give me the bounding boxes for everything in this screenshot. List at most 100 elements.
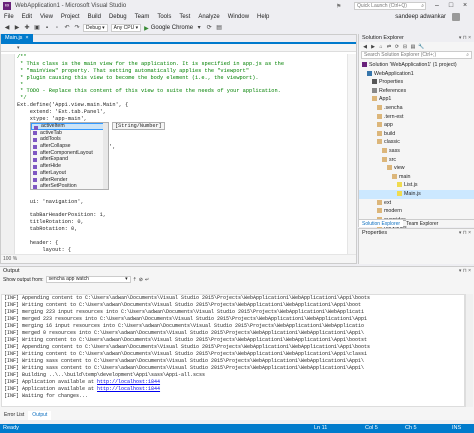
refresh-icon[interactable]: ⟳ (394, 44, 400, 50)
forward-icon[interactable]: ▶ (370, 44, 376, 50)
avatar[interactable] (452, 13, 460, 21)
output-text[interactable]: [INF] Appending content to C:\Users\adwa… (1, 294, 465, 407)
code-line[interactable]: * "mainView" property. That setting auto… (17, 68, 284, 75)
properties-icon[interactable]: 🔧 (418, 44, 424, 50)
application-url-link[interactable]: http://localhost:1844 (97, 386, 160, 392)
sync-icon[interactable]: ⇄ (386, 44, 392, 50)
find-message-icon[interactable]: ⇡ (133, 277, 137, 283)
editor-navigation-bar[interactable]: ▾ (1, 44, 356, 52)
forward-icon[interactable]: ▶ (13, 24, 21, 32)
intellisense-item[interactable]: afterExpand (31, 156, 108, 163)
code-line[interactable]: */ (17, 95, 284, 102)
minimize-button[interactable]: – (430, 0, 444, 12)
browser-dropdown-icon[interactable]: ▾ (195, 24, 203, 32)
menu-project[interactable]: Project (57, 14, 84, 20)
show-all-files-icon[interactable]: ▤ (410, 44, 416, 50)
tree-item[interactable]: Main.js (359, 189, 474, 199)
tree-item[interactable]: sass (359, 147, 474, 156)
platform-dropdown[interactable]: Any CPU ▾ (110, 24, 142, 32)
tree-item[interactable]: WebApplication1 (359, 70, 474, 79)
intellisense-item[interactable]: afterCollapse (31, 143, 108, 150)
save-all-icon[interactable]: ▫ (53, 24, 61, 32)
menu-build[interactable]: Build (84, 14, 105, 20)
tree-item[interactable]: modern (359, 207, 474, 216)
intellisense-item[interactable]: afterComponentLayout (31, 150, 108, 157)
panel-controls[interactable]: ▾ ⊓ × (459, 267, 471, 275)
intellisense-item[interactable]: addTools (31, 136, 108, 143)
back-icon[interactable]: ◀ (3, 24, 11, 32)
tree-item[interactable]: classic (359, 138, 474, 147)
zoom-level[interactable]: 100 % (3, 256, 17, 262)
intellisense-item[interactable]: afterSetPosition (31, 183, 108, 190)
tree-item[interactable]: Properties (359, 78, 474, 87)
save-icon[interactable]: ▪ (43, 24, 51, 32)
start-browser-label[interactable]: Google Chrome (151, 25, 193, 31)
intellisense-item[interactable]: afterHide (31, 163, 108, 170)
code-line[interactable]: * TODO - Replace this content of this vi… (17, 88, 284, 95)
close-button[interactable]: × (458, 0, 472, 12)
clear-all-icon[interactable]: ⊘ (139, 277, 143, 283)
tree-item[interactable]: ext (359, 199, 474, 208)
collapse-all-icon[interactable]: ⊟ (402, 44, 408, 50)
new-project-icon[interactable]: ✚ (23, 24, 31, 32)
back-icon[interactable]: ◀ (362, 44, 368, 50)
configuration-dropdown[interactable]: Debug ▾ (83, 24, 108, 32)
open-icon[interactable]: ▣ (33, 24, 41, 32)
refresh-icon[interactable]: ⟳ (205, 24, 213, 32)
home-icon[interactable]: ⌂ (378, 44, 384, 50)
code-line[interactable]: * plugin causing this view to become the… (17, 75, 284, 82)
menu-window[interactable]: Window (224, 14, 253, 20)
tree-item[interactable]: src (359, 156, 474, 165)
tree-item[interactable]: .tern-est (359, 113, 474, 122)
intellisense-item[interactable]: afterRender (31, 177, 108, 184)
tree-item[interactable]: Solution 'WebApplication1' (1 project) (359, 61, 474, 70)
tree-item[interactable]: .sencha (359, 104, 474, 113)
code-line[interactable]: * (17, 82, 284, 89)
word-wrap-icon[interactable]: ↵ (145, 277, 149, 283)
code-line[interactable]: layout: { (17, 247, 284, 254)
code-line[interactable]: extend: 'Ext.tab.Panel', (17, 109, 284, 116)
application-url-link[interactable]: http://localhost:1844 (97, 379, 160, 385)
output-source-dropdown[interactable]: sencha app watch ▾ (45, 276, 131, 283)
editor-vertical-scrollbar[interactable] (347, 54, 356, 254)
toolbar-more-icon[interactable]: ▤ (215, 24, 223, 32)
tree-item[interactable]: main (359, 173, 474, 182)
tab-error-list[interactable]: Error List (0, 411, 28, 420)
panel-controls[interactable]: ▾ ⊓ × (459, 229, 471, 237)
tab-close-icon[interactable]: × (25, 34, 28, 42)
intellisense-item[interactable]: activeItem (31, 123, 108, 130)
intellisense-popup[interactable]: activeItem activeTab addTools afterColla… (30, 122, 109, 190)
code-line[interactable]: header: { (17, 240, 284, 247)
user-name[interactable]: sandeep adwankar (395, 12, 446, 22)
code-line[interactable]: ui: 'navigation', (17, 199, 284, 206)
output-scrollbar[interactable] (465, 294, 473, 407)
navigation-dropdown-icon[interactable]: ▾ (17, 45, 20, 51)
redo-icon[interactable]: ↷ (73, 24, 81, 32)
panel-controls[interactable]: ▾ ⊓ × (459, 34, 471, 42)
maximize-button[interactable]: □ (444, 0, 458, 12)
code-line[interactable]: titleRotation: 0, (17, 219, 284, 226)
tab-solution-explorer[interactable]: Solution Explorer (359, 220, 404, 227)
solution-search-input[interactable]: Search Solution Explorer (Ctrl+;) ⌕ (361, 51, 472, 59)
tab-main-js[interactable]: Main.js × (1, 34, 33, 42)
tree-item[interactable]: List.js (359, 181, 474, 190)
code-line[interactable]: tabRotation: 0, (17, 226, 284, 233)
tree-item[interactable]: References (359, 87, 474, 96)
menu-test[interactable]: Test (175, 14, 194, 20)
quick-launch-input[interactable]: Quick Launch (Ctrl+Q) ⌕ (354, 2, 426, 10)
code-line[interactable] (17, 192, 284, 199)
code-line[interactable]: tabBarHeaderPosition: 1, (17, 212, 284, 219)
menu-tools[interactable]: Tools (153, 14, 175, 20)
code-line[interactable]: * This class is the main view for the ap… (17, 61, 284, 68)
menu-help[interactable]: Help (253, 14, 273, 20)
menu-view[interactable]: View (36, 14, 57, 20)
tab-output[interactable]: Output (28, 411, 52, 420)
code-line[interactable] (17, 206, 284, 213)
code-line[interactable] (17, 233, 284, 240)
code-line[interactable]: /** (17, 54, 284, 61)
notification-flag-icon[interactable]: ⚑ (336, 3, 341, 10)
tree-item[interactable]: App1 (359, 95, 474, 104)
intellisense-item[interactable]: afterLayout (31, 170, 108, 177)
tab-team-explorer[interactable]: Team Explorer (403, 220, 441, 227)
menu-team[interactable]: Team (131, 14, 154, 20)
